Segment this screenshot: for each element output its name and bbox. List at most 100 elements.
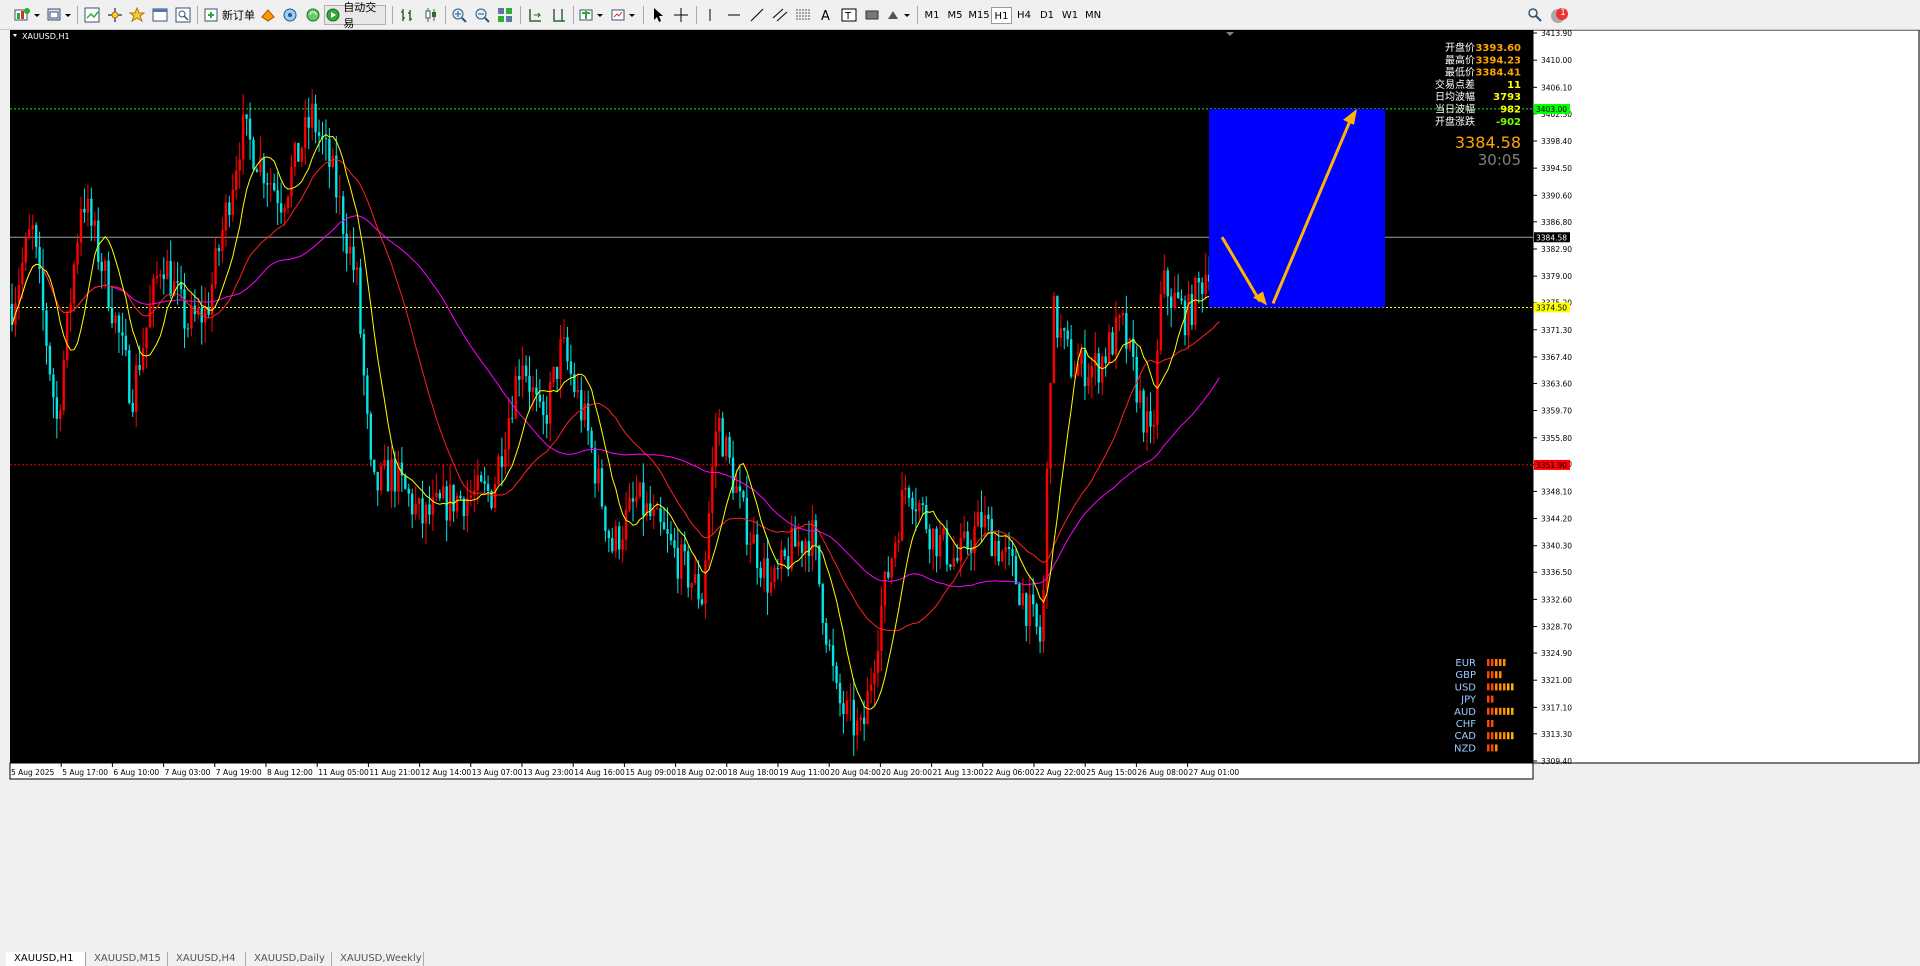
candle-body: [204, 306, 207, 323]
tab-xauusd-m15[interactable]: XAUUSD,M15: [86, 952, 168, 966]
data-window-button[interactable]: [126, 5, 148, 25]
target-rectangle[interactable]: [1209, 108, 1385, 308]
crosshair-button[interactable]: [670, 5, 692, 25]
tf-mn-button[interactable]: MN: [1082, 7, 1104, 24]
currency-strength-bar: [1495, 744, 1498, 752]
text-button[interactable]: A: [815, 5, 837, 25]
candle-body: [1014, 556, 1018, 585]
candle-body: [335, 155, 338, 198]
candle-body: [1194, 277, 1197, 326]
vertical-line-button[interactable]: [699, 5, 721, 25]
terminal-button[interactable]: [149, 5, 171, 25]
tf-h4-button[interactable]: H4: [1013, 7, 1035, 24]
periods-icon: [611, 9, 635, 21]
market-button[interactable]: [302, 5, 324, 25]
text-label-button[interactable]: T: [838, 5, 860, 25]
candle-body: [628, 498, 631, 510]
time-tick-label: 15 Aug 09:00: [625, 768, 676, 777]
candle-body: [642, 482, 645, 516]
candle-body: [735, 486, 738, 494]
fibonacci-button[interactable]: [792, 5, 814, 25]
currency-strength-label: NZD: [1454, 743, 1476, 754]
tile-windows-button[interactable]: [494, 5, 516, 25]
candle-body: [1018, 584, 1021, 606]
horizontal-line-button[interactable]: [723, 5, 745, 25]
currency-strength-bar: [1499, 659, 1502, 666]
candle-body: [580, 390, 583, 421]
candle-body: [214, 248, 217, 285]
search-button[interactable]: [1524, 5, 1546, 25]
candle-body: [166, 260, 169, 279]
candle-body: [793, 527, 797, 547]
tester-button[interactable]: [172, 5, 194, 25]
candle-body: [66, 311, 69, 360]
auto-trading-button[interactable]: 自动交易: [324, 1, 386, 30]
candle-body: [362, 333, 366, 376]
market-icon: [306, 8, 320, 22]
market-watch-button[interactable]: [81, 5, 103, 25]
price-chart[interactable]: XAUUSD,H1 3413.903410.003406.103402.30339…: [0, 30, 1920, 946]
cursor-button[interactable]: [647, 5, 669, 25]
candlestick-button[interactable]: [420, 5, 442, 25]
navigator-button[interactable]: [104, 5, 126, 25]
arrows-button[interactable]: [884, 5, 912, 25]
signals-button[interactable]: [279, 5, 301, 25]
notifications-button[interactable]: 1: [1548, 5, 1570, 25]
rectangle-button[interactable]: [861, 5, 883, 25]
bar-chart-button[interactable]: [396, 5, 418, 25]
tf-w1-button[interactable]: W1: [1059, 7, 1081, 24]
signals-icon: [283, 8, 297, 22]
candle-body: [1190, 293, 1194, 326]
candle-body: [476, 475, 479, 491]
candle-body: [928, 529, 931, 550]
candle-body: [1176, 292, 1180, 299]
tab-xauusd-h4[interactable]: XAUUSD,H4: [168, 952, 246, 966]
price-tick-label: 3379.00: [1541, 272, 1572, 281]
tab-xauusd-h1[interactable]: XAUUSD,H1: [6, 952, 86, 966]
zoom-in-button[interactable]: [448, 5, 470, 25]
zoom-out-button[interactable]: [471, 5, 493, 25]
candle-body: [79, 208, 83, 243]
candle-body: [728, 436, 731, 458]
tf-h1-button[interactable]: H1: [991, 7, 1012, 24]
currency-strength-bar: [1499, 671, 1502, 679]
candle-body: [480, 475, 483, 482]
tf-d1-button[interactable]: D1: [1036, 7, 1058, 24]
candle-body: [980, 511, 983, 528]
candle-body: [624, 509, 628, 540]
candle-body: [72, 264, 76, 304]
candle-body: [186, 328, 190, 330]
candle-body: [938, 535, 942, 557]
tab-xauusd-daily[interactable]: XAUUSD,Daily: [246, 952, 332, 966]
trendline-button[interactable]: [746, 5, 768, 25]
info-panel-value: -902: [1496, 117, 1521, 128]
zoom-out-icon: [475, 8, 490, 23]
tf-m5-button[interactable]: M5: [944, 7, 966, 24]
tf-m1-button[interactable]: M1: [921, 7, 943, 24]
currency-strength-bar: [1491, 659, 1494, 666]
time-tick-label: 19 Aug 11:00: [779, 768, 830, 777]
tf-m15-button[interactable]: M15: [967, 7, 991, 24]
profiles-button[interactable]: [45, 5, 73, 25]
chart-shift-button[interactable]: [548, 5, 570, 25]
periods-button[interactable]: [609, 5, 637, 25]
candle-body: [207, 306, 210, 315]
price-tick-label: 3336.50: [1541, 568, 1572, 577]
tab-xauusd-weekly[interactable]: XAUUSD,Weekly: [332, 952, 424, 966]
new-chart-button[interactable]: [12, 5, 42, 25]
candle-body: [1028, 594, 1031, 626]
candle-body: [773, 568, 776, 583]
autoscroll-button[interactable]: [524, 5, 546, 25]
new-order-button[interactable]: 新订单: [201, 5, 257, 25]
indicators-button[interactable]: [577, 5, 605, 25]
price-tick-label: 3359.70: [1541, 407, 1572, 416]
price-line-label: 3403.00: [1536, 105, 1567, 114]
candle-body: [921, 503, 924, 505]
candle-body: [804, 541, 807, 553]
candle-body: [93, 220, 96, 226]
candle-body: [1025, 593, 1028, 626]
metaeditor-button[interactable]: [257, 5, 279, 25]
candle-body: [1111, 332, 1114, 355]
equidistant-channel-button[interactable]: [769, 5, 791, 25]
candle-body: [914, 509, 918, 512]
